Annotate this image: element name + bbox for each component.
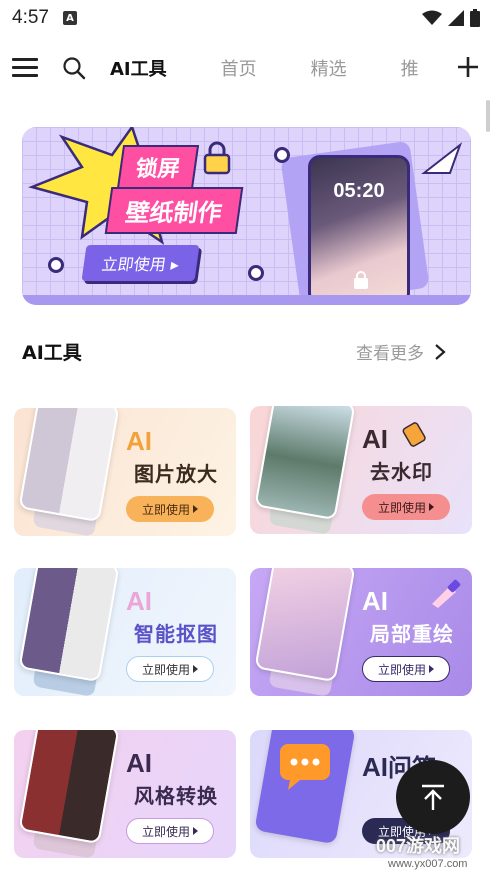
see-more-link[interactable]: 查看更多 [356,339,446,364]
tool-use-button[interactable]: 立即使用 [362,494,450,520]
tool-use-button[interactable]: 立即使用 [362,656,450,682]
category-tabs: AI工具 首页 精选 推 [110,44,440,92]
wifi-icon [422,10,442,25]
banner-use-button[interactable]: 立即使用 ▸ [81,245,200,281]
watermark-brand: 007游戏网 [376,836,461,856]
tool-ai-label: AI [362,424,388,454]
back-to-top-button[interactable] [396,760,470,834]
tool-card-smart-cutout[interactable]: AI 智能抠图 立即使用 [14,568,236,696]
play-icon [193,505,198,513]
tool-ai-text: AI [362,752,388,782]
tool-name: 局部重绘 [370,622,454,646]
menu-icon[interactable] [12,58,38,78]
anime-portrait-image [254,568,356,683]
tab-home[interactable]: 首页 [221,55,257,81]
portrait-image [18,568,120,683]
phone-clock: 05:20 [333,180,385,202]
play-icon [429,503,434,511]
tab-recommend[interactable]: 推 [401,55,419,81]
app-notification-icon: A [62,11,77,25]
circle-decoration [248,265,264,281]
tool-use-label: 立即使用 [141,824,190,839]
battery-icon [470,9,480,27]
status-icons [422,9,480,27]
lockscreen-wallpaper-banner[interactable]: 锁屏 壁纸制作 立即使用 ▸ 05:20 [22,127,471,305]
plus-icon[interactable] [456,55,480,79]
tool-card-image-upscale[interactable]: AI 图片放大 立即使用 [14,408,236,536]
circle-decoration [48,257,64,273]
portrait-image [18,730,120,845]
chat-icon [280,744,330,790]
landscape-image [254,406,356,521]
tool-name: 去水印 [370,460,433,484]
phone-lock-icon [354,271,368,289]
play-icon [429,665,434,673]
tool-ai-label: AI [362,586,388,616]
portrait-image [18,408,120,523]
section-title: AI工具 [22,342,82,364]
tool-ai-label: AI [126,426,152,456]
brush-icon [432,579,461,608]
tool-use-button[interactable]: 立即使用 [126,818,214,844]
arrow-up-icon [422,784,444,810]
phone-preview-image: 05:20 [308,155,410,305]
banner-title-line1: 锁屏 [116,145,200,189]
app-screen: 4:57 A AI工具 首页 精选 推 锁屏 壁纸制作 立即使用 ▸ 05:20 [0,0,492,876]
tool-use-label: 立即使用 [141,502,190,517]
tool-use-label: 立即使用 [377,500,426,515]
banner-use-label: 立即使用 [100,255,168,274]
top-nav: AI工具 首页 精选 推 [0,44,492,92]
chevron-right-icon [435,343,446,360]
scroll-indicator[interactable] [486,100,490,132]
tool-use-label: 立即使用 [377,662,426,677]
tool-ai-label: AI [126,748,152,778]
eraser-icon [402,422,426,447]
tool-card-inpaint[interactable]: AI 局部重绘 立即使用 [250,568,472,696]
tool-card-watermark-remove[interactable]: AI 去水印 立即使用 [250,406,472,534]
tab-featured[interactable]: 精选 [311,55,347,81]
tool-card-style-transfer[interactable]: AI 风格转换 立即使用 [14,730,236,858]
tool-ai-label: AI [126,586,152,616]
banner-title-line2: 壁纸制作 [104,187,244,234]
play-icon [193,665,198,673]
tool-use-button[interactable]: 立即使用 [126,496,214,522]
search-icon[interactable] [62,56,86,80]
lock-icon [203,141,231,175]
see-more-label: 查看更多 [356,344,424,364]
sparkle-decoration [421,142,463,174]
circle-decoration [274,147,290,163]
tool-use-label: 立即使用 [141,662,190,677]
watermark-url: www.yx007.com [388,858,468,870]
banner-bottom-band [22,295,471,305]
status-bar: 4:57 A [0,0,492,36]
tool-use-button[interactable]: 立即使用 [126,656,214,682]
tab-ai-tools[interactable]: AI工具 [110,55,167,81]
status-time: 4:57 [12,7,49,28]
tool-name: 图片放大 [134,462,218,486]
tool-name: 风格转换 [134,784,218,808]
play-icon [193,827,198,835]
signal-icon [448,10,464,26]
tool-name: 智能抠图 [134,622,218,646]
